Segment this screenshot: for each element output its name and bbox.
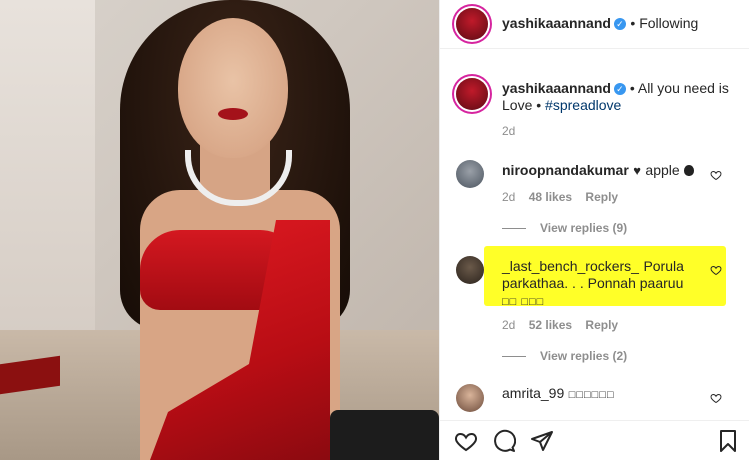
comment-reply-button[interactable]: Reply [585,318,618,332]
post-image[interactable] [0,0,439,460]
comment-time[interactable]: 2d [502,318,515,332]
lips-shape [218,108,248,120]
follow-separator: • [630,15,640,31]
comment-like-heart-icon[interactable] [710,264,722,276]
caption-time[interactable]: 2d [502,124,732,138]
commenter-avatar[interactable] [456,160,484,188]
post-header: yashikaaannand ✓ • Following [440,0,749,49]
face-shape [178,18,288,158]
comment-text: apple [645,162,680,178]
author-avatar[interactable] [456,8,488,40]
post-actions-bar [440,420,749,461]
heart-emoji-icon: ♥ [633,163,641,178]
caption-username[interactable]: yashikaaannand [502,80,611,96]
comment-reply-button[interactable]: Reply [585,190,618,204]
follow-status-button[interactable]: Following [639,15,698,31]
verified-badge-icon: ✓ [613,83,626,96]
comment-username[interactable]: niroopnandakumar [502,162,629,178]
comment-time[interactable]: 2d [502,190,515,204]
comment-username[interactable]: _last_bench_rockers_ [502,258,639,274]
post-side-panel: yashikaaannand ✓ • Following yashikaaanna… [439,0,749,460]
comment-username[interactable]: amrita_99 [502,385,564,401]
verified-badge-icon: ✓ [613,17,626,30]
view-replies-button[interactable]: View replies (2) [502,349,627,363]
paper-plane-icon[interactable] [530,429,554,453]
caption-author-avatar[interactable] [456,78,488,110]
commenter-avatar[interactable] [456,256,484,284]
comment-like-heart-icon[interactable] [710,392,722,404]
caption-hashtag[interactable]: #spreadlove [545,97,621,113]
bookmark-icon[interactable] [716,429,740,453]
replies-divider-line [502,228,526,230]
commenter-avatar[interactable] [456,384,484,412]
comment-likes-count[interactable]: 48 likes [529,190,572,204]
replies-divider-line [502,356,526,358]
emoji-placeholder: □□ □□□ [502,296,545,308]
comment-bubble-icon[interactable] [492,429,516,453]
caption: yashikaaannand ✓ • All you need is Love •… [502,80,729,113]
comment-likes-count[interactable]: 52 likes [529,318,572,332]
view-replies-label: View replies (2) [540,349,628,363]
view-replies-label: View replies (9) [540,221,628,235]
heart-outline-icon[interactable] [454,429,478,453]
dark-bench-shape [330,410,439,460]
author-username[interactable]: yashikaaannand [502,15,611,31]
view-replies-button[interactable]: View replies (9) [502,221,627,235]
emoji-placeholder: □□□□□□ [568,389,615,401]
apple-emoji-icon [684,165,695,176]
comment-like-heart-icon[interactable] [710,169,722,181]
